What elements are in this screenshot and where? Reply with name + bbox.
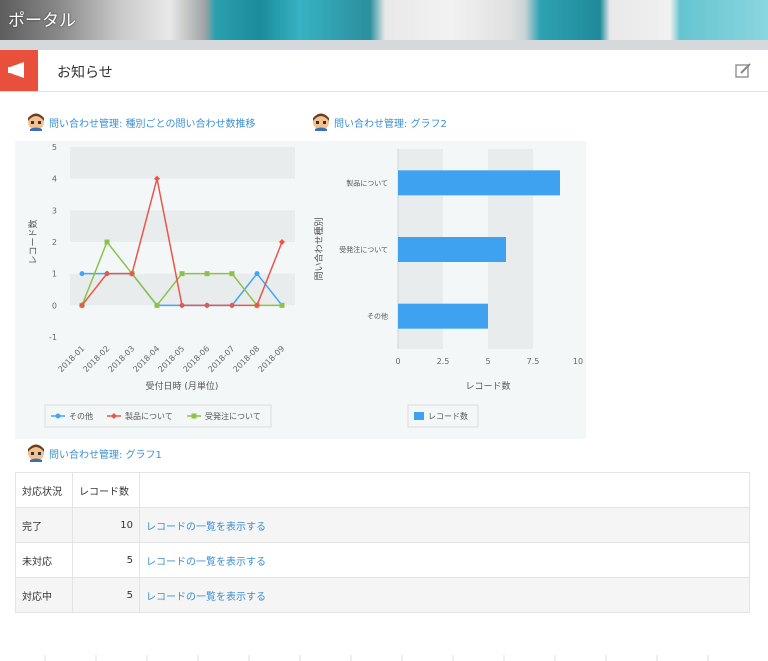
status-cell: 対応中 [15, 577, 73, 613]
legend-marker [191, 413, 197, 419]
bar-widget-header: 問い合わせ管理: グラフ2 [312, 112, 447, 132]
legend-label[interactable]: その他 [69, 411, 93, 421]
edit-icon[interactable] [735, 62, 752, 79]
portal-title: ポータル [8, 11, 76, 31]
column-header-status: 対応状況 [15, 472, 73, 508]
data-point[interactable] [179, 271, 185, 277]
legend-label[interactable]: レコード数 [428, 411, 468, 421]
table-row: 対応中 5 レコードの一覧を表示する [15, 577, 750, 613]
megaphone-icon [8, 62, 24, 78]
line-widget-title[interactable]: 問い合わせ管理: 種別ごとの問い合わせ数推移 [49, 115, 255, 130]
x-tick-label: 2.5 [437, 357, 450, 366]
y-tick-label: 5 [52, 143, 57, 152]
count-cell: 5 [72, 577, 140, 613]
data-point[interactable] [229, 271, 235, 277]
legend-swatch [414, 412, 424, 420]
data-point[interactable] [104, 239, 110, 245]
x-axis-label: 受付日時 (月単位) [146, 380, 219, 392]
x-tick-label: 2018-09 [256, 344, 286, 374]
bottom-divider [44, 655, 709, 661]
avatar-icon [313, 113, 329, 131]
data-point[interactable] [204, 271, 210, 277]
legend-label[interactable]: 受発注について [205, 411, 261, 421]
avatar-icon [28, 444, 44, 462]
y-tick-label: 3 [52, 206, 57, 215]
data-point[interactable] [279, 302, 285, 308]
data-point[interactable] [154, 302, 160, 308]
count-cell: 10 [72, 507, 140, 543]
status-cell: 完了 [15, 507, 73, 543]
y-tick-label: 0 [52, 301, 57, 310]
y-axis-label: レコード数 [27, 219, 39, 264]
status-table: 対応状況 レコード数 完了 10 レコードの一覧を表示する 未対応 5 レコード… [15, 472, 750, 613]
column-header-count: レコード数 [72, 472, 140, 508]
column-header-link [139, 472, 750, 508]
bar[interactable] [398, 170, 560, 196]
x-tick-label: 5 [485, 357, 490, 366]
line-widget-header: 問い合わせ管理: 種別ごとの問い合わせ数推移 [27, 112, 255, 132]
bar[interactable] [398, 237, 506, 262]
data-point[interactable] [79, 271, 85, 277]
record-list-link[interactable]: レコードの一覧を表示する [146, 592, 266, 603]
link-cell: レコードの一覧を表示する [139, 577, 750, 613]
record-list-link[interactable]: レコードの一覧を表示する [146, 522, 266, 533]
line-legend: その他 製品について 受発注について [44, 404, 272, 428]
grid-band [70, 210, 295, 242]
link-cell: レコードの一覧を表示する [139, 542, 750, 578]
legend-marker [55, 413, 61, 419]
avatar-icon [28, 113, 44, 131]
line-chart: 543210-1レコード数2018-012018-022018-032018-0… [27, 143, 295, 428]
notice-bar: お知らせ [0, 50, 768, 92]
table-widget-title[interactable]: 問い合わせ管理: グラフ1 [49, 446, 162, 461]
portal-header: ポータル [0, 0, 768, 40]
y-axis-label: 問い合わせ種別 [313, 217, 325, 280]
grid-band [70, 147, 295, 179]
data-point[interactable] [254, 271, 260, 277]
y-tick-label: 1 [52, 270, 57, 279]
x-tick-label: 7.5 [527, 357, 540, 366]
x-axis-label: レコード数 [465, 380, 510, 392]
y-tick-label: 4 [52, 175, 57, 184]
count-cell: 5 [72, 542, 140, 578]
y-tick-label: -1 [49, 333, 57, 342]
legend-label[interactable]: 製品について [125, 411, 173, 421]
y-tick-label: 製品について [346, 178, 388, 187]
bar-widget-title[interactable]: 問い合わせ管理: グラフ2 [334, 115, 447, 130]
y-tick-label: 受発注について [339, 245, 388, 254]
y-tick-label: 2 [52, 238, 57, 247]
table-row: 未対応 5 レコードの一覧を表示する [15, 542, 750, 578]
x-tick-label: 0 [395, 357, 400, 366]
table-widget-header: 問い合わせ管理: グラフ1 [27, 443, 162, 463]
bar-legend: レコード数 [407, 404, 479, 428]
bar-chart: 0 2.5 5 7.5 10 レコード数 問い合わせ種別 製品について受発注についてその他レコ… [313, 149, 583, 428]
link-cell: レコードの一覧を表示する [139, 507, 750, 543]
x-tick-label: 10 [573, 357, 583, 366]
bar[interactable] [398, 303, 488, 329]
record-list-link[interactable]: レコードの一覧を表示する [146, 557, 266, 568]
notice-flag [0, 50, 38, 91]
y-tick-label: その他 [367, 312, 388, 321]
notice-title: お知らせ [57, 65, 113, 81]
table-row: 完了 10 レコードの一覧を表示する [15, 507, 750, 543]
table-header-row: 対応状況 レコード数 [15, 472, 750, 508]
status-cell: 未対応 [15, 542, 73, 578]
header-subbar [0, 40, 768, 50]
